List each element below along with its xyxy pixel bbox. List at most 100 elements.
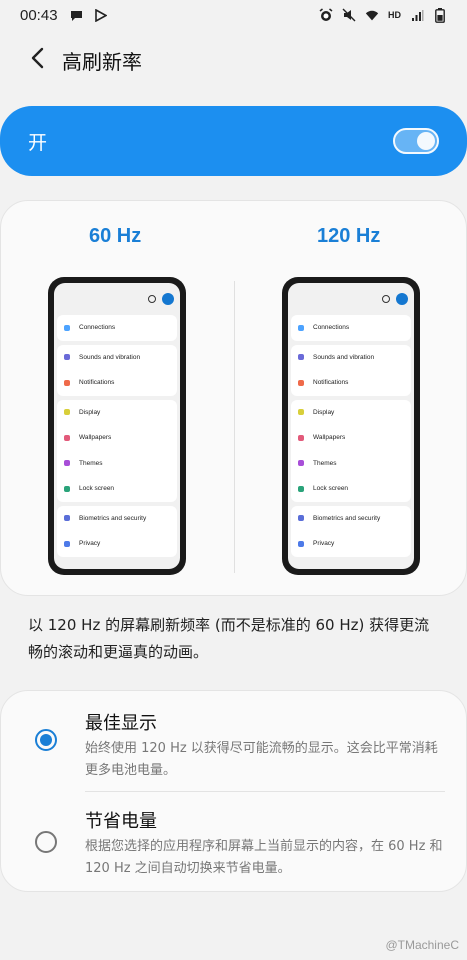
options-card: 最佳显示 始终使用 120 Hz 以获得尽可能流畅的显示。这会比平常消耗更多电池…: [0, 690, 467, 892]
radio-selected[interactable]: [35, 729, 57, 751]
menu-item-label: Privacy: [79, 540, 101, 548]
menu-group: Biometrics and security Privacy: [57, 505, 177, 557]
menu-item: Sounds and vibration: [291, 345, 411, 371]
search-icon: [148, 295, 156, 303]
menu-item-icon: [298, 515, 304, 522]
battery-icon: [433, 7, 447, 23]
menu-item-icon: [298, 354, 304, 361]
menu-item-icon: [298, 434, 304, 441]
option-description: 根据您选择的应用程序和屏幕上当前显示的内容，在 60 Hz 和 120 Hz 之…: [85, 839, 443, 876]
phone-screen: Connections Sounds and vibration Notificat…: [54, 283, 180, 569]
message-icon: [70, 8, 84, 22]
menu-item: Themes: [291, 451, 411, 477]
menu-item-icon: [64, 379, 70, 386]
play-store-icon: [94, 8, 108, 22]
menu-item-icon: [298, 460, 304, 467]
option-title: 最佳显示: [85, 713, 157, 734]
phone-preview-60hz: Connections Sounds and vibration Notificat…: [48, 277, 186, 575]
menu-item: Wallpapers: [291, 425, 411, 451]
settings-menu: Connections Sounds and vibration Notificat…: [288, 315, 414, 557]
menu-group: Biometrics and security Privacy: [291, 505, 411, 557]
mute-icon: [342, 8, 356, 22]
app-bar: 高刷新率: [0, 36, 467, 84]
menu-item: Biometrics and security: [291, 506, 411, 532]
menu-item-label: Wallpapers: [313, 434, 346, 442]
menu-item: Display: [291, 400, 411, 426]
page-title: 高刷新率: [62, 49, 142, 74]
option-save-power[interactable]: 节省电量 根据您选择的应用程序和屏幕上当前显示的内容，在 60 Hz 和 120…: [1, 805, 467, 885]
option-best-display[interactable]: 最佳显示 始终使用 120 Hz 以获得尽可能流畅的显示。这会比平常消耗更多电池…: [1, 707, 467, 791]
status-bar: 00:43 HD: [0, 0, 467, 30]
watermark: @TMachineC: [385, 938, 459, 952]
menu-item-icon: [298, 485, 304, 492]
label-120hz: 120 Hz: [317, 225, 381, 247]
phone-screen: Connections Sounds and vibration Notificat…: [288, 283, 414, 569]
menu-item-label: Privacy: [313, 540, 335, 548]
menu-item: Privacy: [57, 531, 177, 557]
menu-item-label: Display: [313, 408, 335, 416]
menu-item-label: Themes: [313, 459, 337, 467]
label-60hz: 60 Hz: [89, 225, 142, 247]
menu-item-label: Lock screen: [313, 485, 349, 493]
wifi-icon: [365, 8, 379, 22]
hd-label: HD: [388, 9, 401, 20]
radio-unselected[interactable]: [35, 831, 57, 853]
toggle-knob: [417, 132, 435, 150]
menu-item: Notifications: [57, 370, 177, 396]
arrow-back-icon: [30, 47, 46, 73]
menu-group: Display Wallpapers Themes Lock screen: [57, 399, 177, 502]
menu-item-label: Themes: [79, 459, 103, 467]
menu-item-icon: [64, 354, 70, 361]
avatar: [396, 293, 408, 305]
menu-group: Connections: [291, 315, 411, 341]
menu-item: Lock screen: [57, 476, 177, 502]
menu-item-label: Display: [79, 408, 101, 416]
master-toggle[interactable]: [393, 128, 439, 154]
menu-group: Sounds and vibration Notifications: [291, 344, 411, 396]
menu-item-label: Biometrics and security: [313, 514, 381, 522]
option-divider: [85, 791, 445, 792]
alarm-icon: [319, 8, 333, 22]
menu-item-icon: [298, 409, 304, 416]
avatar: [162, 293, 174, 305]
menu-group: Sounds and vibration Notifications: [57, 344, 177, 396]
menu-item: Connections: [291, 315, 411, 341]
menu-item-label: Notifications: [79, 379, 115, 387]
menu-item: Privacy: [291, 531, 411, 557]
menu-group: Display Wallpapers Themes Lock screen: [291, 399, 411, 502]
menu-item: Sounds and vibration: [57, 345, 177, 371]
menu-item-icon: [64, 485, 70, 492]
preview-card: 60 Hz 120 Hz Connections Sounds and vibra…: [0, 200, 467, 596]
menu-item-label: Wallpapers: [79, 434, 112, 442]
menu-item-label: Sounds and vibration: [79, 353, 141, 361]
settings-menu: Connections Sounds and vibration Notificat…: [54, 315, 180, 557]
master-switch-bar[interactable]: 开: [0, 106, 467, 176]
menu-item-label: Connections: [79, 324, 116, 332]
menu-item: Wallpapers: [57, 425, 177, 451]
menu-item-icon: [64, 460, 70, 467]
menu-item: Biometrics and security: [57, 506, 177, 532]
menu-item: Display: [57, 400, 177, 426]
menu-item-icon: [298, 324, 304, 331]
signal-icon: [410, 8, 424, 22]
menu-item-icon: [64, 409, 70, 416]
menu-item: Themes: [57, 451, 177, 477]
menu-item-icon: [64, 434, 70, 441]
search-icon: [382, 295, 390, 303]
preview-divider: [234, 281, 235, 573]
menu-item-label: Connections: [313, 324, 350, 332]
option-title: 节省电量: [85, 811, 157, 832]
menu-item-label: Sounds and vibration: [313, 353, 375, 361]
menu-item-icon: [298, 540, 304, 547]
back-button[interactable]: [14, 36, 62, 84]
menu-item-label: Biometrics and security: [79, 514, 147, 522]
menu-item-label: Lock screen: [79, 485, 115, 493]
status-time: 00:43: [20, 6, 58, 24]
menu-group: Connections: [57, 315, 177, 341]
menu-item-icon: [298, 379, 304, 386]
menu-item-icon: [64, 540, 70, 547]
menu-item: Connections: [57, 315, 177, 341]
master-switch-label: 开: [28, 131, 48, 154]
menu-item: Notifications: [291, 370, 411, 396]
phone-preview-120hz: Connections Sounds and vibration Notificat…: [282, 277, 420, 575]
